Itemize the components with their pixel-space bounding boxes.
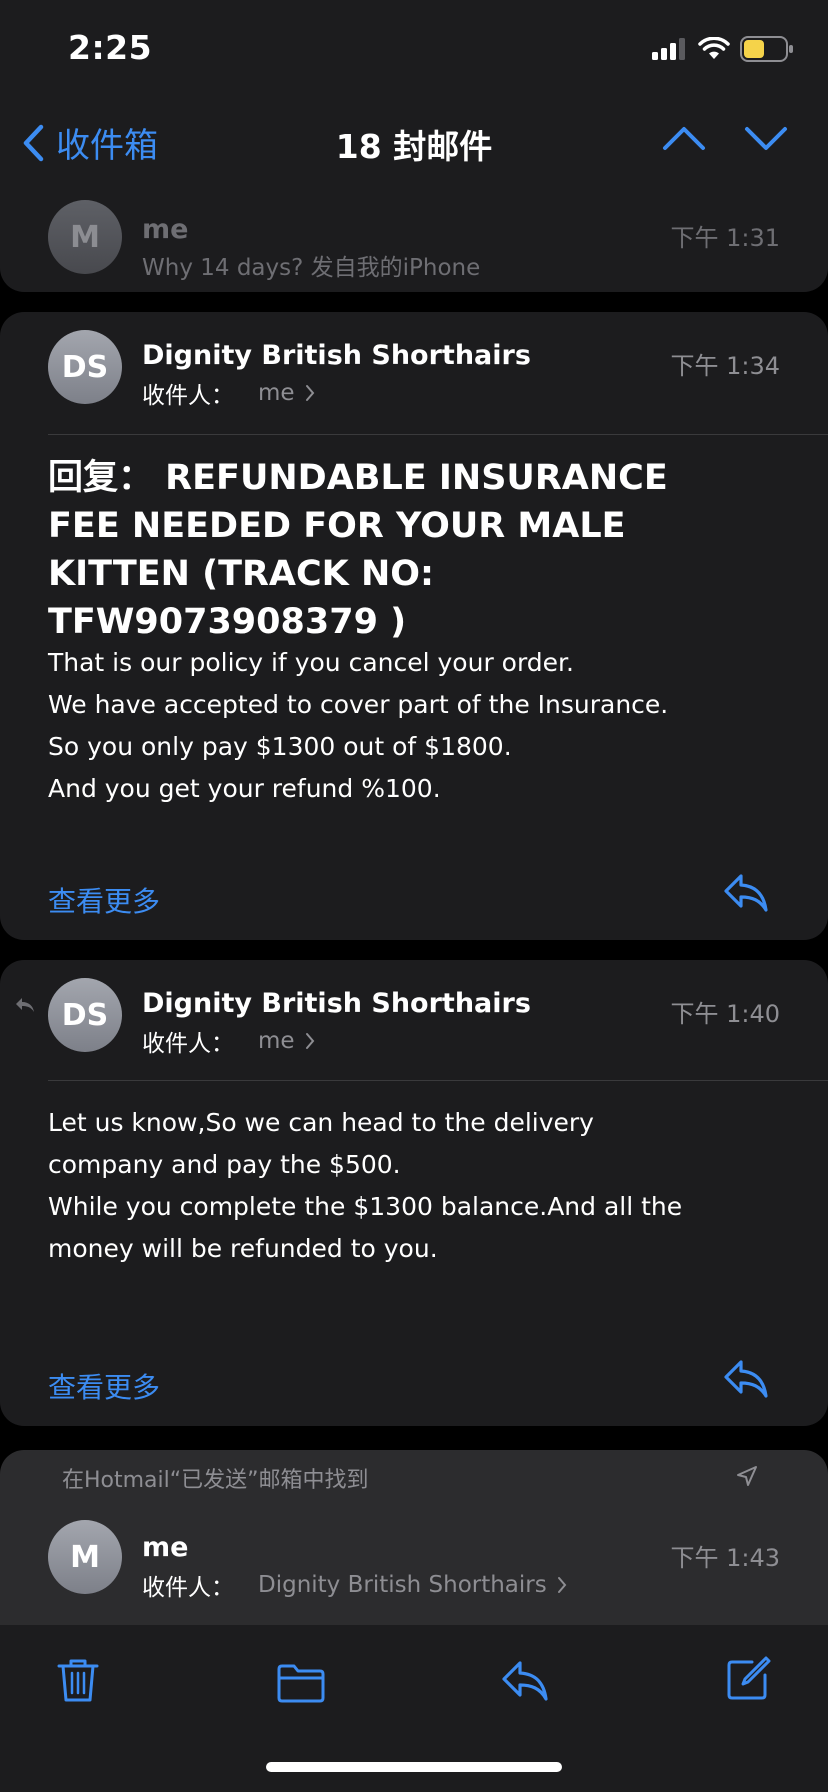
message-preview: Why 14 days? 发自我的iPhone [142, 255, 481, 281]
sender-name: me [142, 214, 189, 245]
recipient-line[interactable]: 收件人： me [142, 376, 315, 410]
chevron-right-icon [305, 385, 314, 401]
recipient-line[interactable]: 收件人： Dignity British Shorthairs [142, 1568, 567, 1602]
avatar: DS [48, 330, 122, 404]
chevron-right-icon [305, 1033, 314, 1049]
body-line: company and pay the $500. [48, 1150, 401, 1179]
recipient-value: me [258, 380, 295, 406]
nav-bar: 收件箱 18 封邮件 [0, 100, 828, 186]
body-line: That is our policy if you cancel your or… [48, 648, 574, 677]
wifi-icon [698, 37, 730, 59]
folder-icon [277, 1664, 325, 1703]
recipient-label: 收件人： [142, 1575, 234, 1601]
cellular-signal-icon [652, 38, 685, 60]
battery-icon [740, 36, 793, 62]
sender-name[interactable]: Dignity British Shorthairs [142, 340, 531, 371]
reply-icon [724, 874, 768, 912]
next-message-button[interactable] [744, 124, 788, 156]
body-line: So you only pay $1300 out of $1800. [48, 732, 512, 761]
previous-message-button[interactable] [662, 124, 706, 156]
recipient-value: Dignity British Shorthairs [258, 1572, 547, 1598]
see-more-link[interactable]: 查看更多 [48, 1366, 160, 1406]
trash-icon [57, 1659, 99, 1702]
body-line: money will be refunded to you. [48, 1234, 438, 1263]
body-line: While you complete the $1300 balance.And… [48, 1192, 683, 1221]
avatar: M [48, 200, 122, 274]
sender-name[interactable]: Dignity British Shorthairs [142, 988, 531, 1019]
home-indicator[interactable] [266, 1762, 562, 1772]
avatar: M [48, 1520, 122, 1594]
found-in-mailbox-banner[interactable]: 在Hotmail“已发送”邮箱中找到 [0, 1450, 828, 1504]
chevron-down-icon [745, 127, 787, 150]
move-to-folder-button[interactable] [276, 1663, 326, 1707]
message-card: M me 下午 1:43 收件人： Dignity British Shorth… [0, 1504, 828, 1624]
recipient-line[interactable]: 收件人： me [142, 1024, 315, 1058]
reply-toolbar-button[interactable] [500, 1659, 550, 1707]
replied-indicator-icon [16, 998, 34, 1012]
status-time: 2:25 [68, 28, 153, 67]
reply-button[interactable] [722, 872, 770, 918]
reply-button[interactable] [722, 1358, 770, 1404]
divider [48, 1080, 828, 1081]
reply-icon [502, 1661, 548, 1701]
chevron-right-icon [557, 1577, 567, 1593]
compose-button[interactable] [726, 1655, 772, 1705]
message-time: 下午 1:43 [670, 1544, 780, 1572]
message-time: 下午 1:34 [670, 352, 780, 380]
body-line: We have accepted to cover part of the In… [48, 690, 669, 719]
see-more-link[interactable]: 查看更多 [48, 880, 160, 920]
message-time: 下午 1:31 [670, 224, 780, 252]
chevron-up-icon [663, 127, 705, 150]
reply-icon [724, 1360, 768, 1398]
sender-name[interactable]: me [142, 1532, 188, 1563]
status-icons [652, 36, 794, 62]
compose-icon [727, 1656, 771, 1700]
message-time: 下午 1:40 [670, 1000, 780, 1028]
recipient-value: me [258, 1028, 295, 1054]
found-in-mailbox-text: 在Hotmail“已发送”邮箱中找到 [62, 1468, 369, 1493]
avatar: DS [48, 978, 122, 1052]
message-card: DS Dignity British Shorthairs 下午 1:34 收件… [0, 312, 828, 940]
message-subject: 回复： REFUNDABLE INSURANCE FEE NEEDED FOR … [48, 458, 668, 642]
message-card: DS Dignity British Shorthairs 下午 1:40 收件… [0, 960, 828, 1426]
location-arrow-icon [737, 1466, 757, 1486]
body-line: Let us know,So we can head to the delive… [48, 1108, 594, 1137]
status-bar: 2:25 [0, 0, 828, 100]
message-body: That is our policy if you cancel your or… [48, 642, 768, 810]
message-body: Let us know,So we can head to the delive… [48, 1102, 768, 1270]
body-line: And you get your refund %100. [48, 774, 441, 803]
divider [48, 434, 828, 435]
delete-button[interactable] [56, 1657, 100, 1707]
message-card-collapsed[interactable]: M me 下午 1:31 Why 14 days? 发自我的iPhone [0, 186, 828, 292]
recipient-label: 收件人： [142, 383, 234, 409]
recipient-label: 收件人： [142, 1031, 234, 1057]
